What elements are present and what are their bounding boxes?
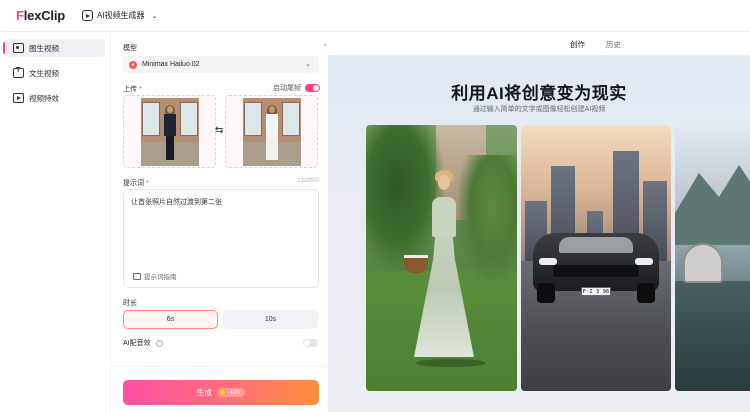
tab-create[interactable]: 创作 xyxy=(568,39,587,57)
prompt-guide-link[interactable]: 提示词指南 xyxy=(133,271,177,281)
tab-history[interactable]: 历史 xyxy=(606,39,621,50)
model-select-value: Minimax Hailuo 02 xyxy=(142,61,200,68)
flexclip-logo[interactable]: FlexClip xyxy=(16,8,65,23)
hero-subtitle: 通过输入简单的文字或图像轻松创建AI视频 xyxy=(472,106,606,113)
sidebar: 图生视频 文生视频 视频特效 xyxy=(0,32,111,412)
license-plate: F·I 3 96 xyxy=(581,287,611,296)
prompt-char-count: 13/2000 xyxy=(297,178,319,184)
example-card-car-city[interactable]: F·I 3 96 xyxy=(521,125,671,391)
top-bar: FlexClip AI视频生成器 ⌄ xyxy=(0,0,750,32)
text-video-icon xyxy=(13,67,24,78)
sidebar-item-label: 视频特效 xyxy=(29,93,59,103)
prompt-label-text: 提示词 xyxy=(123,180,144,187)
end-frame-upload[interactable] xyxy=(225,95,318,168)
chevron-down-icon: ⌄ xyxy=(151,12,158,20)
start-frame-upload[interactable] xyxy=(123,95,216,168)
coin-icon xyxy=(218,389,226,396)
sidebar-item-image-to-video[interactable]: 图生视频 xyxy=(3,39,105,57)
model-label: 模型 xyxy=(123,45,137,52)
sidebar-item-video-effects[interactable]: 视频特效 xyxy=(5,89,105,107)
video-effects-icon xyxy=(13,93,24,103)
sidebar-item-label: 图生视频 xyxy=(29,43,59,53)
tool-switcher-dropdown[interactable]: AI视频生成器 ⌄ xyxy=(81,10,158,21)
prompt-label: 提示词 * xyxy=(123,178,149,188)
ai-video-icon xyxy=(81,10,93,21)
duration-option-10s[interactable]: 10s xyxy=(223,310,318,329)
prompt-guide-label: 提示词指南 xyxy=(144,274,177,281)
ai-sound-label: AI配音效 ? xyxy=(123,338,163,348)
prompt-textarea[interactable]: 让首张照片自然过渡到第二张 提示词指南 xyxy=(123,189,319,288)
start-frame-image xyxy=(141,98,199,166)
generation-form: ▲ 模型 ● Minimax Hailuo 02 ⌄ 上传 * 启动尾帧 ⇆ 提… xyxy=(111,32,328,412)
basket-image xyxy=(404,255,428,273)
credit-cost-badge: -120 xyxy=(216,388,245,397)
model-select[interactable]: ● Minimax Hailuo 02 ⌄ xyxy=(123,56,319,73)
duration-option-6s[interactable]: 6s xyxy=(123,310,218,329)
upload-label-text: 上传 xyxy=(123,86,137,93)
chevron-down-icon: ⌄ xyxy=(305,61,311,68)
book-icon xyxy=(133,272,141,280)
ai-sound-toggle[interactable] xyxy=(303,339,318,347)
required-mark: * xyxy=(138,86,142,93)
preview-tabs: 创作 历史 xyxy=(328,32,750,57)
swap-frames-icon[interactable]: ⇆ xyxy=(215,125,223,136)
logo-mark: F xyxy=(16,8,24,23)
sidebar-item-text-to-video[interactable]: 文生视频 xyxy=(5,64,105,82)
ai-sound-label-text: AI配音效 xyxy=(123,340,151,347)
end-frame-image xyxy=(243,98,301,166)
tool-switcher-label: AI视频生成器 xyxy=(96,11,145,20)
image-video-icon xyxy=(13,43,24,53)
upload-label: 上传 * xyxy=(123,84,142,94)
end-frame-toggle[interactable] xyxy=(305,84,320,92)
preview-area: 创作 历史 利用AI将创意变为现实 通过输入简单的文字或图像轻松创建AI视频 F… xyxy=(328,32,750,412)
example-card-woman-garden[interactable] xyxy=(366,125,517,391)
credit-cost: -120 xyxy=(227,389,240,396)
minimax-logo-icon: ● xyxy=(129,60,137,69)
scroll-up-arrow[interactable]: ▲ xyxy=(323,42,328,48)
duration-label: 时长 xyxy=(123,300,137,307)
help-icon[interactable]: ? xyxy=(155,339,163,347)
end-frame-toggle-row: 启动尾帧 xyxy=(273,83,320,93)
end-frame-label: 启动尾帧 xyxy=(273,85,301,92)
sidebar-item-label: 文生视频 xyxy=(29,68,59,78)
example-card-lake-house[interactable] xyxy=(675,125,750,391)
generate-label: 生成 xyxy=(196,388,212,397)
required-mark: * xyxy=(145,180,149,187)
divider xyxy=(111,366,328,367)
generate-button[interactable]: 生成 -120 xyxy=(123,380,319,405)
hero-title: 利用AI将创意变为现实 xyxy=(451,84,627,103)
logo-text: lexClip xyxy=(23,8,65,23)
hero-section: 利用AI将创意变为现实 通过输入简单的文字或图像轻松创建AI视频 F·I 3 9… xyxy=(328,56,750,412)
prompt-text: 让首张照片自然过渡到第二张 xyxy=(131,199,222,206)
